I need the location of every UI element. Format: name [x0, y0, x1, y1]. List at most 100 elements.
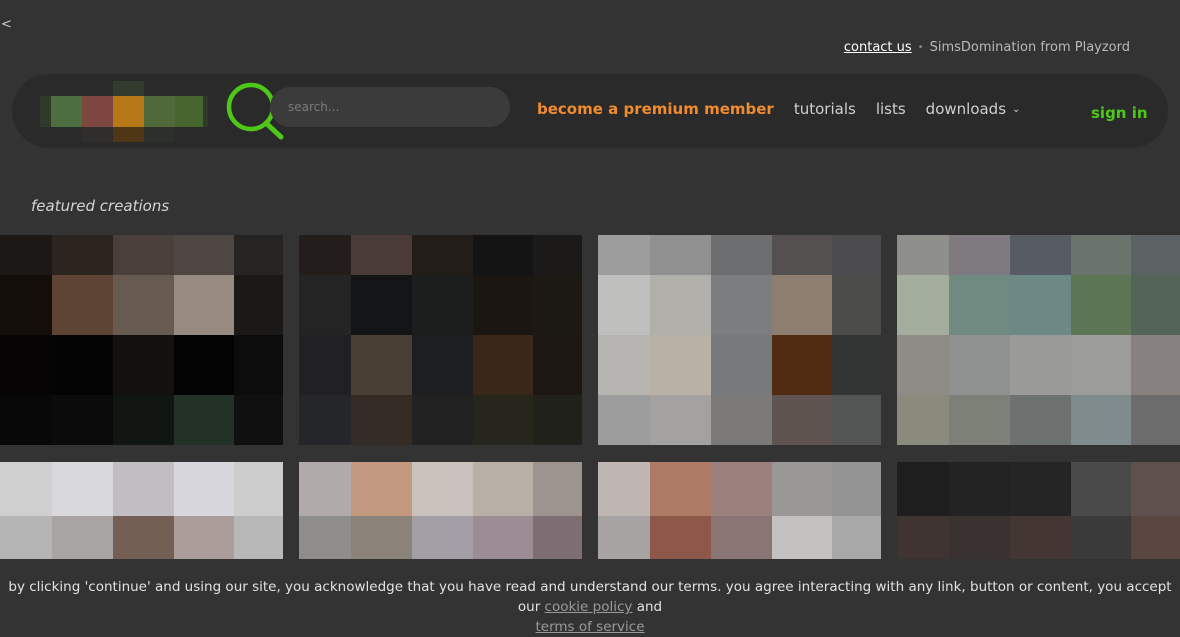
thumbnail-pixel: [1071, 335, 1131, 395]
thumbnail-pixel: [598, 395, 650, 445]
creation-card[interactable]: [0, 462, 283, 559]
thumbnail-pixel: [832, 516, 881, 559]
thumbnail-pixel: [0, 462, 52, 516]
nav-downloads[interactable]: downloads ⌄: [926, 100, 1021, 118]
thumbnail-pixel: [1010, 395, 1071, 445]
thumbnail-pixel: [473, 395, 533, 445]
thumbnail-pixel: [113, 335, 174, 395]
contact-us-link[interactable]: contact us: [844, 40, 912, 55]
thumbnail-pixel: [711, 335, 772, 395]
thumbnail-pixel: [1131, 235, 1180, 275]
thumbnail-pixel: [351, 395, 412, 445]
creation-card[interactable]: [897, 235, 1180, 445]
brand-text: SimsDomination from Playzord: [929, 40, 1130, 55]
thumbnail-pixel: [351, 335, 412, 395]
thumbnail-pixel: [473, 335, 533, 395]
creation-card[interactable]: [598, 235, 881, 445]
thumbnail-pixel: [533, 462, 582, 516]
thumbnail-pixel: [234, 235, 283, 275]
thumbnail-pixel: [174, 462, 234, 516]
site-logo[interactable]: [40, 81, 208, 142]
thumbnail-pixel: [52, 516, 113, 559]
thumbnail-pixel: [113, 395, 174, 445]
thumbnail-pixel: [1010, 335, 1071, 395]
thumbnail-pixel: [234, 462, 283, 516]
main-nav: become a premium member tutorials lists …: [537, 100, 1020, 118]
thumbnail-pixel: [897, 335, 949, 395]
thumbnail-pixel: [412, 275, 473, 335]
thumbnail-pixel: [711, 516, 772, 559]
top-links: contact us • SimsDomination from Playzor…: [844, 40, 1130, 55]
thumbnail-pixel: [1010, 235, 1071, 275]
thumbnail-pixel: [650, 235, 711, 275]
thumbnail-pixel: [1131, 462, 1180, 516]
thumbnail-pixel: [52, 462, 113, 516]
back-chevron-icon[interactable]: <: [1, 17, 12, 32]
thumbnail-pixel: [473, 275, 533, 335]
thumbnail-pixel: [650, 275, 711, 335]
creation-card[interactable]: [598, 462, 881, 559]
terms-of-service-link[interactable]: terms of service: [535, 619, 644, 635]
thumbnail-pixel: [0, 395, 52, 445]
thumbnail-pixel: [897, 275, 949, 335]
thumbnail-pixel: [351, 275, 412, 335]
thumbnail-pixel: [598, 235, 650, 275]
thumbnail-pixel: [412, 395, 473, 445]
creation-card[interactable]: [897, 462, 1180, 559]
thumbnail-pixel: [52, 395, 113, 445]
nav-tutorials[interactable]: tutorials: [794, 100, 856, 118]
thumbnail-pixel: [299, 275, 351, 335]
thumbnail-pixel: [832, 235, 881, 275]
creation-card[interactable]: [299, 462, 582, 559]
thumbnail-pixel: [174, 395, 234, 445]
thumbnail-pixel: [113, 516, 174, 559]
thumbnail-pixel: [174, 275, 234, 335]
thumbnail-pixel: [1131, 335, 1180, 395]
thumbnail-pixel: [299, 335, 351, 395]
thumbnail-pixel: [473, 516, 533, 559]
thumbnail-pixel: [897, 395, 949, 445]
thumbnail-pixel: [772, 235, 832, 275]
thumbnail-pixel: [351, 235, 412, 275]
thumbnail-pixel: [412, 516, 473, 559]
thumbnail-pixel: [897, 462, 949, 516]
thumbnail-pixel: [1131, 516, 1180, 559]
thumbnail-pixel: [598, 275, 650, 335]
creation-card[interactable]: [0, 235, 283, 445]
thumbnail-pixel: [533, 275, 582, 335]
thumbnail-pixel: [1071, 395, 1131, 445]
thumbnail-pixel: [949, 516, 1010, 559]
sign-in-link[interactable]: sign in: [1091, 104, 1148, 122]
thumbnail-pixel: [598, 335, 650, 395]
thumbnail-pixel: [711, 395, 772, 445]
thumbnail-pixel: [234, 275, 283, 335]
thumbnail-pixel: [113, 462, 174, 516]
thumbnail-pixel: [174, 235, 234, 275]
thumbnail-pixel: [299, 395, 351, 445]
thumbnail-pixel: [533, 235, 582, 275]
thumbnail-pixel: [772, 335, 832, 395]
thumbnail-pixel: [174, 516, 234, 559]
section-title: featured creations: [31, 197, 170, 215]
thumbnail-pixel: [949, 275, 1010, 335]
thumbnail-pixel: [650, 335, 711, 395]
cookie-and: and: [636, 599, 663, 615]
cookie-policy-link[interactable]: cookie policy: [545, 599, 633, 615]
thumbnail-pixel: [1131, 395, 1180, 445]
thumbnail-pixel: [0, 335, 52, 395]
thumbnail-pixel: [0, 275, 52, 335]
thumbnail-pixel: [772, 516, 832, 559]
thumbnail-pixel: [52, 335, 113, 395]
thumbnail-pixel: [650, 516, 711, 559]
thumbnail-pixel: [897, 235, 949, 275]
thumbnail-pixel: [533, 395, 582, 445]
creation-card[interactable]: [299, 235, 582, 445]
thumbnail-pixel: [949, 335, 1010, 395]
nav-lists[interactable]: lists: [876, 100, 906, 118]
nav-downloads-label: downloads: [925, 100, 1007, 118]
thumbnail-pixel: [113, 235, 174, 275]
search-input[interactable]: [270, 87, 510, 127]
thumbnail-pixel: [897, 516, 949, 559]
premium-member-link[interactable]: become a premium member: [537, 100, 774, 118]
thumbnail-pixel: [1071, 275, 1131, 335]
